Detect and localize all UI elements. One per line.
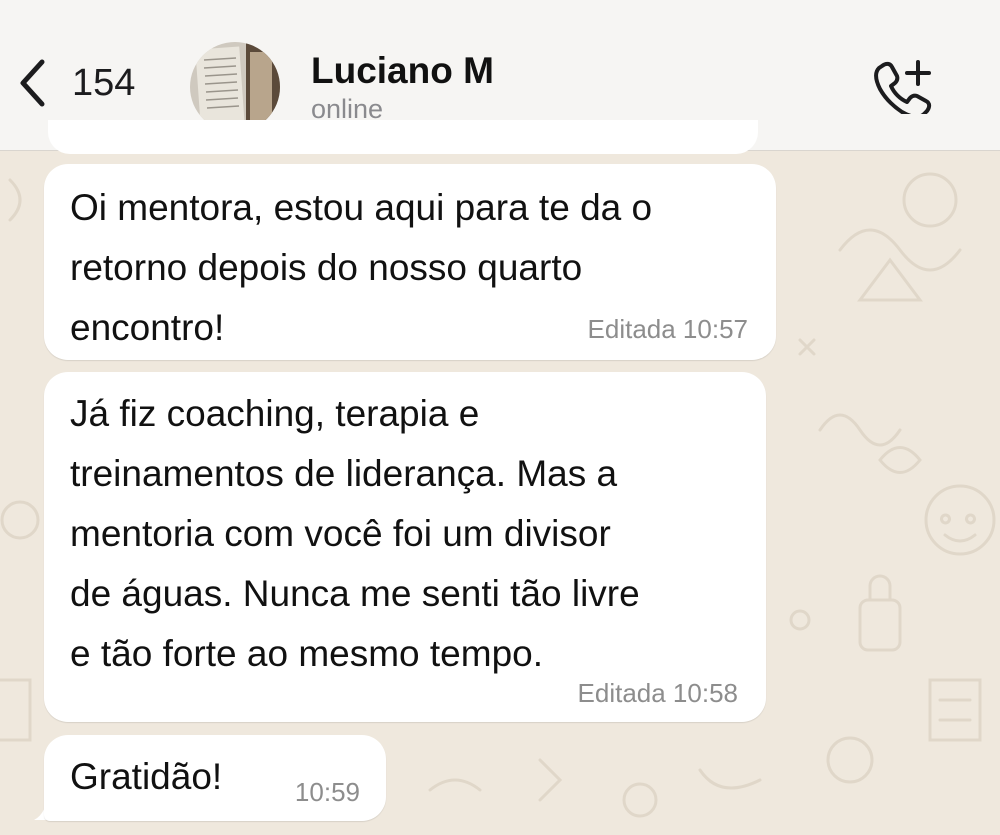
message-meta: 10:59	[294, 777, 360, 807]
previous-message-edge	[48, 120, 758, 154]
message-meta: Editada 10:58	[577, 678, 738, 708]
message-text: Já fiz coaching, terapia e treinamentos …	[70, 393, 640, 674]
message-bubble[interactable]: Gratidão! 10:59	[44, 735, 386, 821]
contact-name[interactable]: Luciano M	[311, 52, 494, 89]
chevron-left-icon	[18, 58, 46, 108]
contact-status: online	[311, 94, 384, 124]
unread-count: 154	[72, 62, 136, 104]
message-bubble[interactable]: Já fiz coaching, terapia e treinamentos …	[44, 372, 766, 722]
message-meta: Editada 10:57	[587, 314, 748, 344]
message-bubble[interactable]: Oi mentora, estou aqui para te da o reto…	[44, 164, 776, 360]
avatar[interactable]	[190, 42, 280, 132]
back-button[interactable]: 154	[18, 58, 135, 108]
add-call-button[interactable]	[872, 58, 934, 119]
phone-add-icon	[872, 60, 934, 119]
message-text: Gratidão!	[70, 756, 223, 797]
